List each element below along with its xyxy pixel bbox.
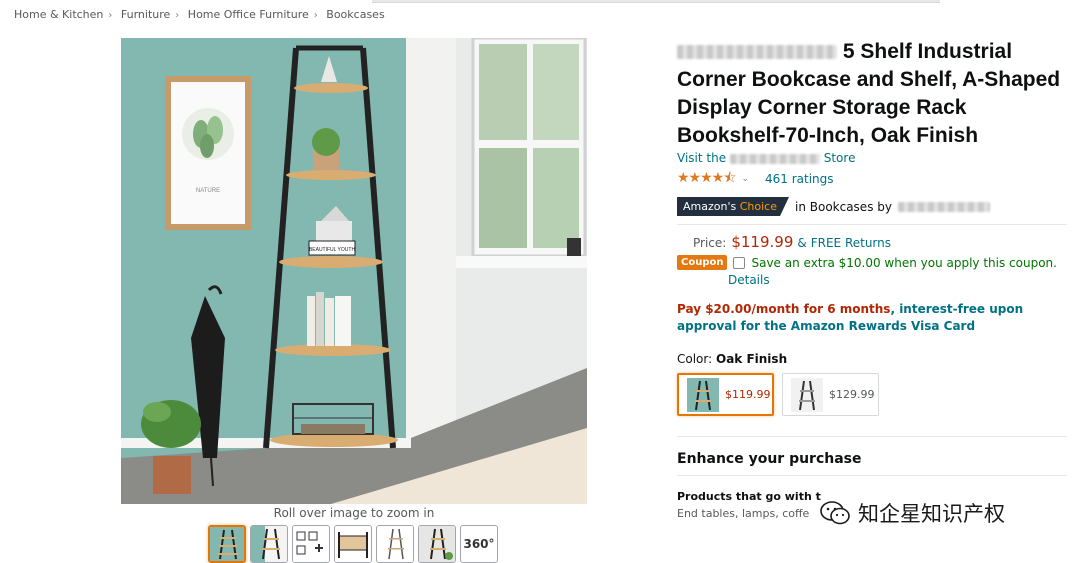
coupon-row: Coupon Save an extra $10.00 when you app…	[677, 255, 1067, 270]
thumbnail-360-view[interactable]: 360°	[460, 525, 498, 563]
breadcrumb-furniture[interactable]: Furniture	[121, 8, 170, 21]
product-photo: NATURE BEAUTIFUL YOUTH	[121, 38, 587, 504]
blurred-store-name	[729, 153, 820, 164]
product-title: 5 Shelf Industrial Corner Bookcase and S…	[677, 38, 1067, 150]
color-label: Color: Oak Finish	[677, 352, 1067, 366]
price-label: Price:	[693, 236, 727, 250]
thumbnail-image	[377, 526, 413, 562]
thumbnail-image	[335, 526, 371, 562]
amazons-choice-row: Amazon's Choice in Bookcases by	[677, 197, 1067, 216]
breadcrumb: Home & Kitchen › Furniture › Home Office F…	[14, 8, 385, 21]
watermark-text: 知企星知识产权	[858, 502, 1005, 526]
star-rating-icon[interactable]: ★★★★⯪	[677, 167, 736, 191]
chevron-down-icon[interactable]: ⌄	[741, 174, 749, 184]
breadcrumb-separator-icon: ›	[108, 10, 113, 21]
free-returns-link[interactable]: FREE Returns	[811, 236, 891, 250]
divider	[677, 436, 1067, 437]
thumbnail-image	[293, 526, 329, 562]
thumbnail-6[interactable]	[418, 525, 456, 563]
thumbnail-2[interactable]	[250, 525, 288, 563]
store-prefix: Visit the	[677, 151, 727, 165]
badge-category: in Bookcases by	[794, 199, 892, 214]
thumbnail-strip: 360°	[208, 525, 498, 563]
swatch-image	[687, 377, 719, 412]
poster-text: NATURE	[196, 188, 220, 194]
thumbnail-image	[251, 526, 287, 562]
monthly-payment-amount: Pay $20.00/month for 6 months	[677, 302, 891, 316]
color-swatches: $119.99 $129.99	[677, 373, 1067, 416]
book-text: BEAUTIFUL YOUTH	[309, 247, 356, 253]
breadcrumb-home-kitchen[interactable]: Home & Kitchen	[14, 8, 103, 21]
thumbnail-1[interactable]	[208, 525, 246, 563]
coupon-text: Save an extra $10.00 when you apply this…	[751, 255, 1057, 270]
swatch-oak-finish[interactable]: $119.99	[677, 373, 774, 416]
blurred-brand-link[interactable]	[897, 201, 990, 212]
rotate-360-icon: 360°	[463, 537, 495, 551]
store-suffix: Store	[823, 151, 856, 165]
coupon-badge: Coupon	[677, 255, 728, 270]
breadcrumb-separator-icon: ›	[175, 10, 180, 21]
price-value: $119.99	[731, 233, 794, 251]
price-row: Price: $119.99 & FREE Returns	[677, 233, 1067, 251]
rating-row: ★★★★⯪ ⌄ 461 ratings	[677, 167, 1067, 191]
breadcrumb-home-office[interactable]: Home Office Furniture	[188, 8, 309, 21]
product-info: 5 Shelf Industrial Corner Bookcase and S…	[677, 38, 1067, 520]
thumbnail-5[interactable]	[376, 525, 414, 563]
color-selected-value: Oak Finish	[716, 352, 788, 366]
breadcrumb-bookcases[interactable]: Bookcases	[326, 8, 384, 21]
thumbnail-image	[210, 527, 244, 561]
blurred-brand	[677, 45, 837, 60]
wechat-icon	[820, 501, 850, 525]
badge-choice-text: Choice	[739, 200, 777, 213]
swatch-price: $119.99	[725, 388, 771, 401]
watermark: 知企星知识产权	[820, 498, 1005, 528]
divider	[677, 224, 1067, 225]
main-product-image[interactable]: NATURE BEAUTIFUL YOUTH	[121, 38, 587, 504]
color-label-text: Color:	[677, 352, 713, 366]
monthly-payment-offer[interactable]: Pay $20.00/month for 6 months, interest-…	[677, 301, 1067, 335]
enhance-heading: Enhance your purchase	[677, 451, 862, 467]
swatch-price: $129.99	[829, 388, 875, 401]
thumbnail-4[interactable]	[334, 525, 372, 563]
thumbnail-3[interactable]	[292, 525, 330, 563]
coupon-checkbox[interactable]	[733, 256, 746, 269]
coupon-details-link[interactable]: Details	[728, 273, 1067, 287]
thumbnail-image	[419, 526, 455, 562]
breadcrumb-separator-icon: ›	[313, 10, 318, 21]
badge-amazon-text: Amazon's	[683, 200, 737, 213]
ampersand: &	[797, 236, 807, 250]
divider	[677, 475, 1067, 476]
zoom-hint: Roll over image to zoom in	[273, 506, 435, 520]
swatch-alternate-finish[interactable]: $129.99	[782, 373, 879, 416]
amazons-choice-badge: Amazon's Choice	[677, 197, 789, 216]
store-link[interactable]: Visit the Store	[677, 151, 1067, 165]
ratings-link[interactable]: 461 ratings	[765, 172, 834, 186]
swatch-image	[791, 377, 823, 412]
top-search-edge	[372, 0, 940, 3]
